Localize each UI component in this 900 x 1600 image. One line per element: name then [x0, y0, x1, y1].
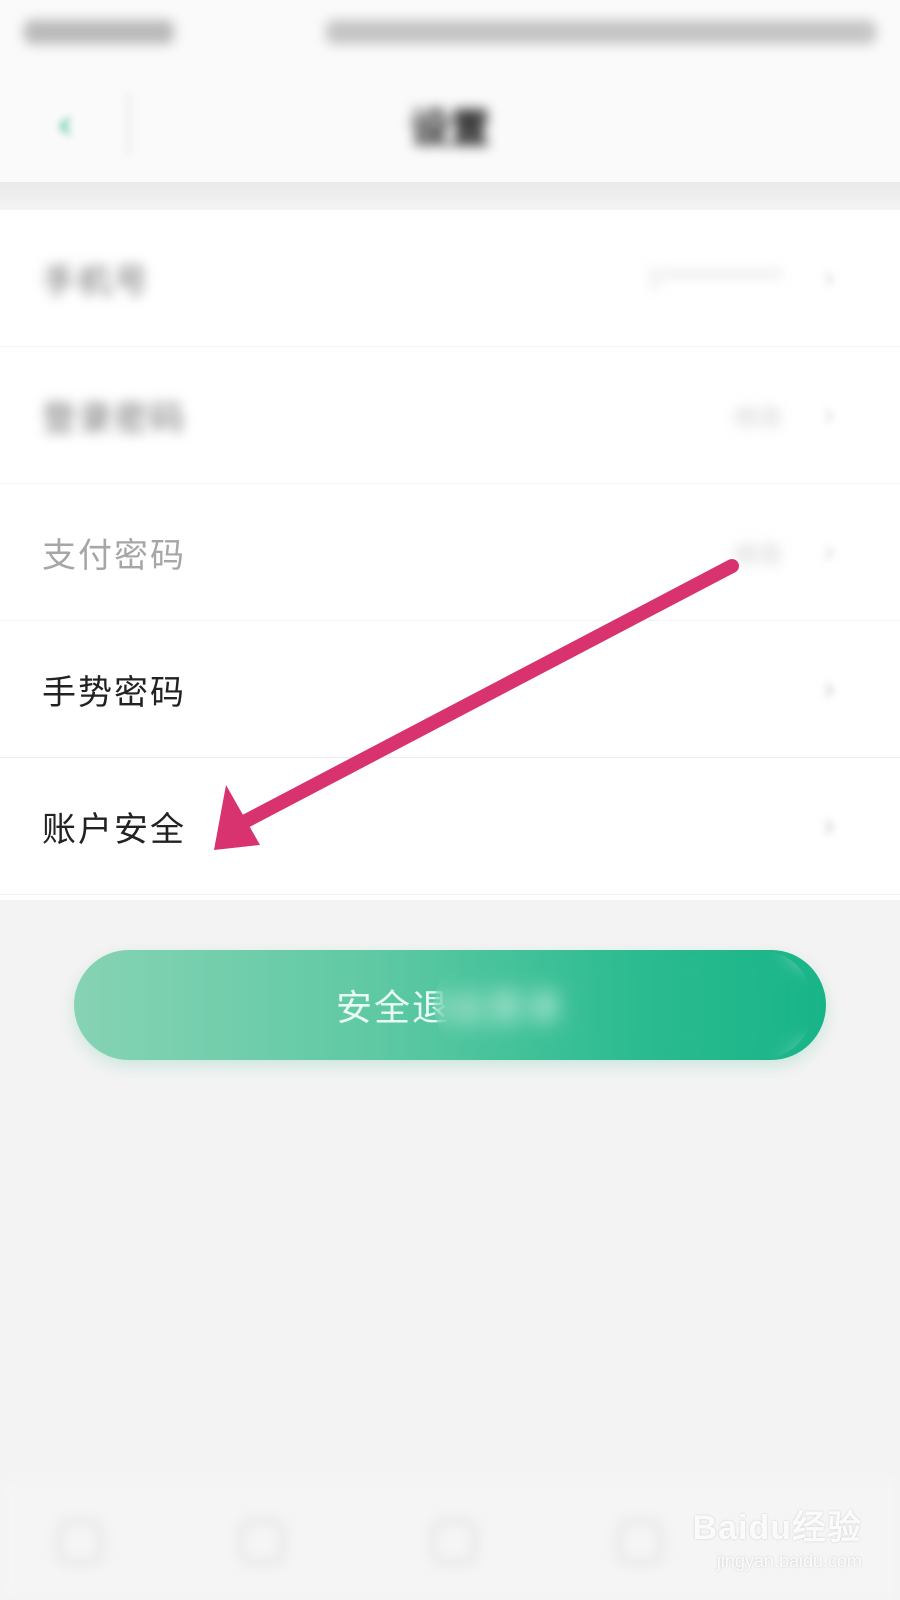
- list-item-login-password[interactable]: 登录密码 修改 ›: [0, 347, 900, 484]
- app-header: ‹ 设置: [0, 64, 900, 182]
- logout-container: 安全退出登录: [74, 950, 826, 1060]
- list-item-account-security[interactable]: 账户安全 ›: [0, 758, 900, 895]
- watermark-url: jingyan.baidu.com: [716, 1551, 862, 1571]
- nav-wallet-icon[interactable]: [432, 1520, 476, 1564]
- list-item-phone[interactable]: 手机号 1********** ›: [0, 210, 900, 347]
- carrier-info: [24, 20, 174, 44]
- watermark-logo: Baidu经验: [692, 1509, 862, 1547]
- item-value: 1**********: [646, 264, 782, 292]
- item-value: 修改: [734, 540, 782, 569]
- chevron-right-icon: ›: [822, 395, 836, 435]
- chevron-right-icon: ›: [822, 806, 836, 846]
- settings-list: 手机号 1********** › 登录密码 修改 › 支付密码 修改 › 手势…: [0, 210, 900, 900]
- chevron-right-icon: ›: [822, 532, 836, 572]
- item-label: 手机号: [42, 261, 150, 302]
- page-title: 设置: [410, 106, 490, 152]
- nav-discover-icon[interactable]: [240, 1520, 284, 1564]
- logout-label: 安全退出登录: [335, 988, 564, 1029]
- status-icons: [326, 20, 876, 44]
- item-label: 支付密码: [42, 535, 186, 576]
- nav-home-icon[interactable]: [58, 1520, 102, 1564]
- logout-button[interactable]: 安全退出登录: [74, 950, 826, 1060]
- item-value: 修改: [734, 403, 782, 432]
- chevron-right-icon: ›: [822, 669, 836, 709]
- nav-profile-icon[interactable]: [618, 1520, 662, 1564]
- list-item-pay-password[interactable]: 支付密码 修改 ›: [0, 484, 900, 621]
- watermark: Baidu经验 jingyan.baidu.com: [672, 1500, 862, 1572]
- item-label: 手势密码: [42, 672, 186, 713]
- status-bar: [0, 0, 900, 64]
- item-label: 账户安全: [42, 809, 186, 850]
- chevron-right-icon: ›: [822, 258, 836, 298]
- item-label: 登录密码: [42, 398, 186, 439]
- list-item-gesture-password[interactable]: 手势密码 ›: [0, 621, 900, 758]
